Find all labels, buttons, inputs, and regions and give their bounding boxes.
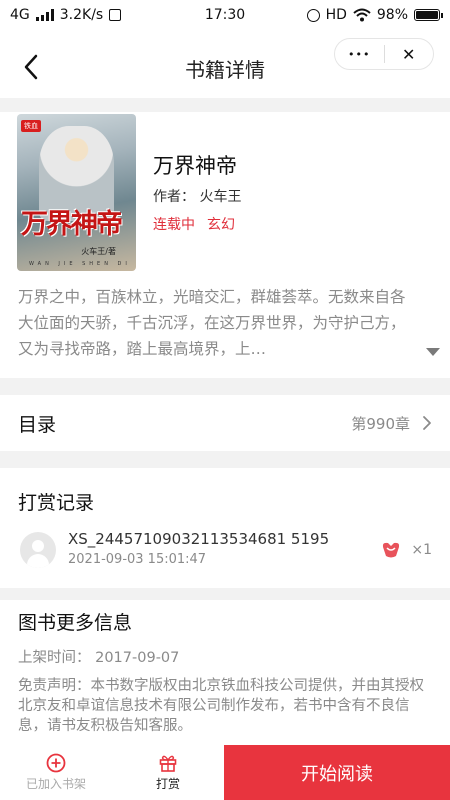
close-button[interactable]: ✕ [385,39,434,69]
gift-icon [382,542,400,558]
network-speed: 3.2K/s [59,7,104,23]
status-tag: 连载中 [153,217,195,233]
more-info-section: 图书更多信息 上架时间： 2017-09-07 免责声明：本书数字版权由北京铁血… [0,600,450,745]
disclaimer-text: 免责声明：本书数字版权由北京铁血科技公司提供，并由其授权北京友和卓谊信息技术有限… [18,678,424,734]
toc-label: 目录 [18,413,57,436]
tipper-username: XS_24457109032113534681 5195 [68,530,330,548]
avatar-placeholder-icon [20,532,56,568]
alarm-icon [306,8,320,22]
tip-record-item: XS_24457109032113534681 5195 2021-09-03 … [18,530,432,572]
cover-author-text: 火车王/著 [81,247,116,256]
book-info-card: 铁血 万界神帝 火车王/著 WAN JIE SHEN DI 万界神帝 作者： 火… [0,112,450,378]
more-dots-icon: ••• [348,47,371,61]
gift-box-icon [159,755,177,772]
status-bar: 4G 3.2K/s 17:30 HD 98% [0,0,450,30]
signal-icon [35,9,54,21]
add-to-shelf-button[interactable]: 已加入书架 [0,745,112,800]
nav-bar: 书籍详情 ••• ✕ [0,30,450,98]
cover-publisher-badge: 铁血 [21,120,41,132]
mini-program-capsule: ••• ✕ [334,38,434,70]
battery-fill [416,11,438,19]
status-right: HD 98% [306,7,443,23]
latest-chapter: 第990章 [351,414,410,433]
tip-records-section: 打赏记录 XS_24457109032113534681 5195 2021-0… [0,468,450,588]
tip-time: 2021-09-03 15:01:47 [68,552,207,567]
reward-label: 打赏 [155,777,180,791]
caret-down-icon[interactable] [426,348,440,356]
genre-tag[interactable]: 玄幻 [207,214,235,234]
book-author: 作者： 火车王 [153,189,242,205]
battery-icon [414,9,443,21]
book-synopsis[interactable]: 万界之中，百族林立，光暗交汇，群雄荟萃。无数来自各大位面的天骄，千古沉浮，在这万… [18,284,418,362]
plus-circle-icon [46,753,66,773]
tip-records-title: 打赏记录 [18,492,95,514]
toc-row[interactable]: 目录 第990章 [0,395,450,451]
network-type: 4G [10,7,30,23]
tip-count: ×1 [411,542,432,558]
more-button[interactable]: ••• [335,39,384,69]
cover-title-art: 万界神帝 [21,209,123,240]
more-info-title: 图书更多信息 [18,612,133,634]
book-title: 万界神帝 [153,154,237,178]
battery-percent: 98% [376,7,408,23]
status-left: 4G 3.2K/s [10,7,122,23]
book-tags: 连载中 玄幻 [153,214,235,234]
add-to-shelf-label: 已加入书架 [25,777,86,791]
shelf-date: 上架时间： 2017-09-07 [18,650,180,666]
reward-button[interactable]: 打赏 [112,745,224,800]
start-reading-button[interactable]: 开始阅读 [224,745,450,800]
hd-indicator: HD [325,7,347,23]
chevron-right-icon [423,416,431,430]
bottom-action-bar: 已加入书架 打赏 开始阅读 [0,745,450,800]
storage-icon [109,9,122,21]
wifi-icon [353,8,371,22]
close-icon: ✕ [402,44,416,64]
book-cover[interactable]: 铁血 万界神帝 火车王/著 WAN JIE SHEN DI [17,114,136,271]
cover-pinyin: WAN JIE SHEN DI [29,261,131,267]
